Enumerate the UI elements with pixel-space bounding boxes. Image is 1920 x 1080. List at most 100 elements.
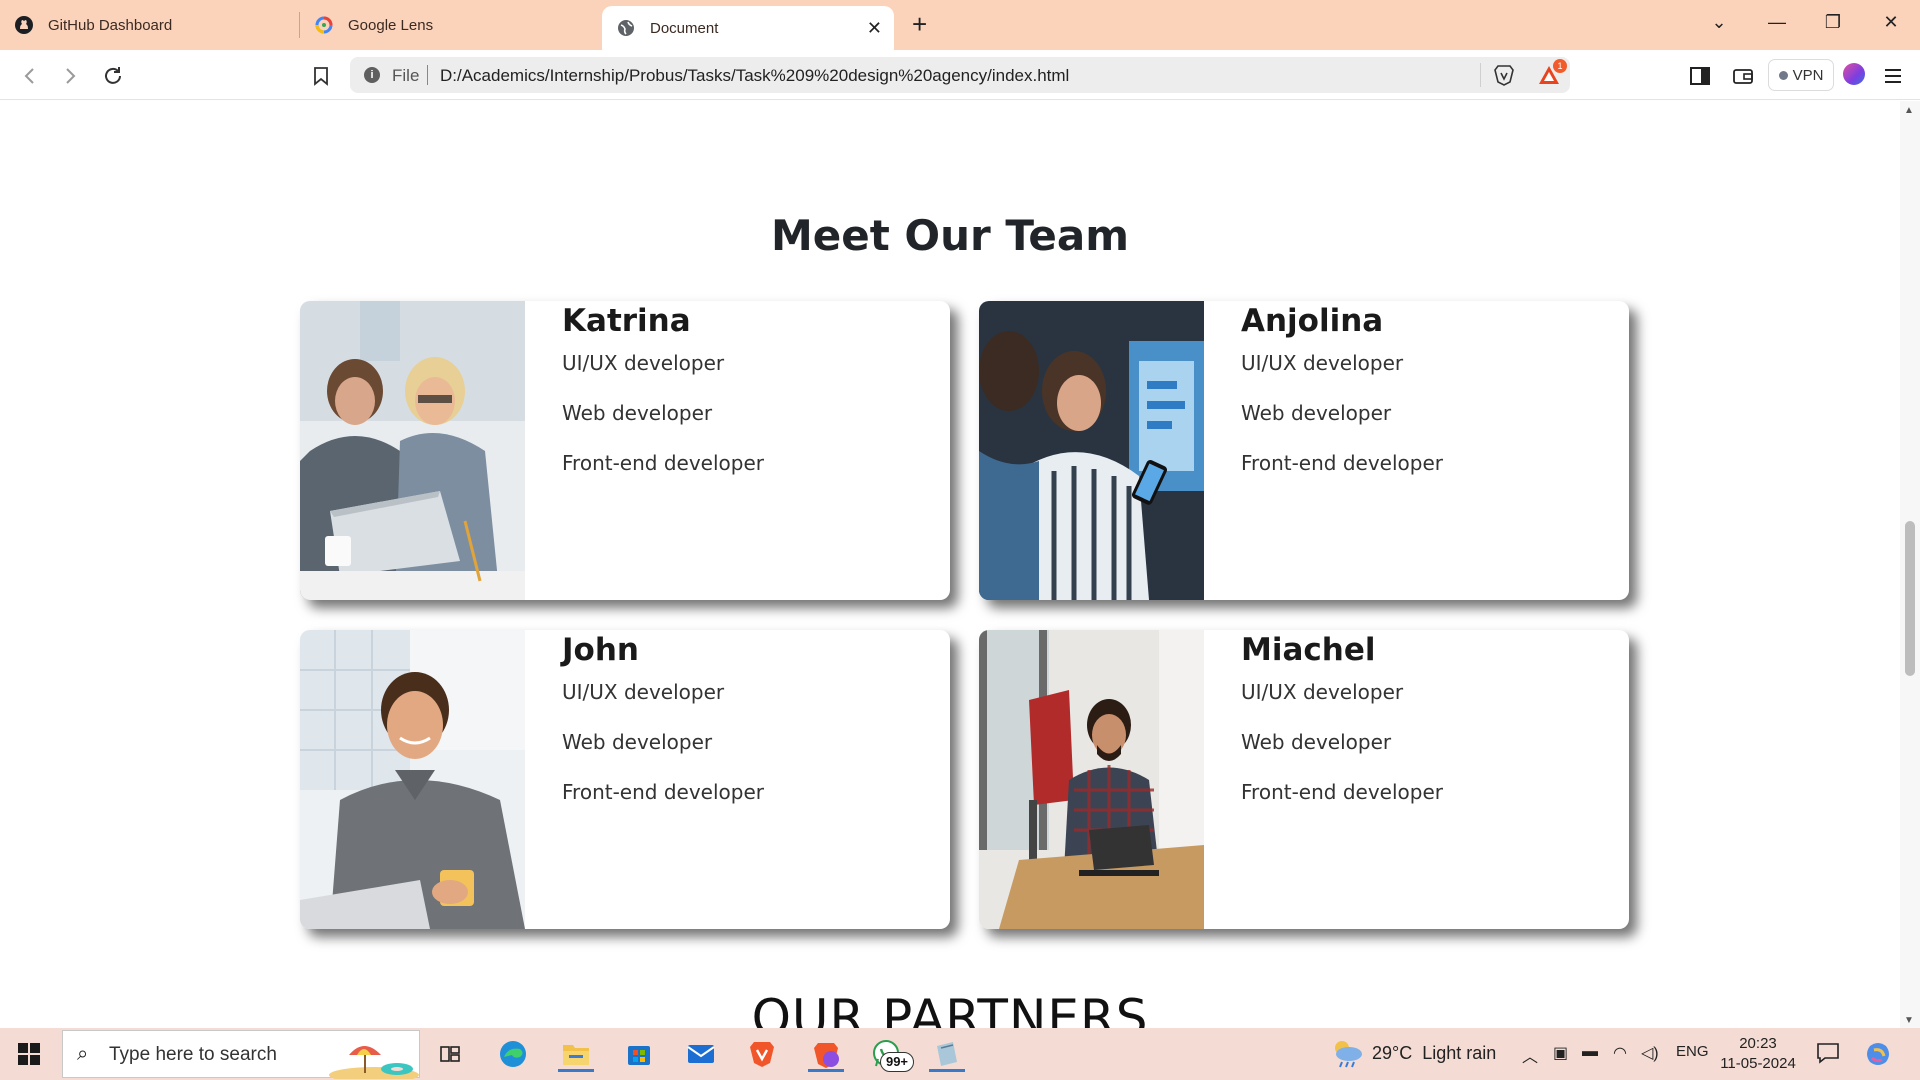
copilot-icon[interactable] <box>1864 1040 1892 1068</box>
vpn-button[interactable]: VPN <box>1768 59 1834 91</box>
active-app-indicator <box>558 1069 594 1072</box>
tab-label: Google Lens <box>348 16 434 34</box>
tab-label: Document <box>650 19 719 37</box>
show-hidden-icons-chevron[interactable]: ︿ <box>1522 1043 1538 1067</box>
url-scheme-label: File <box>392 66 420 85</box>
member-role: UI/UX developer <box>1241 680 1404 704</box>
member-role: UI/UX developer <box>562 680 725 704</box>
member-role: Web developer <box>1241 730 1392 754</box>
restore-button[interactable]: ❐ <box>1818 12 1848 33</box>
member-role: Web developer <box>1241 401 1392 425</box>
windows-start-icon[interactable] <box>18 1043 40 1065</box>
close-tab-icon[interactable]: ✕ <box>867 18 882 38</box>
taskbar-search-box[interactable]: ⌕ Type here to search <box>62 1030 420 1080</box>
input-language-indicator[interactable]: ENG <box>1676 1043 1709 1060</box>
address-bar[interactable]: i File D:/Academics/Internship/Probus/Ta… <box>350 57 1570 93</box>
back-button[interactable] <box>16 62 44 90</box>
minimize-button[interactable]: — <box>1762 12 1792 33</box>
clock-time: 20:23 <box>1739 1035 1777 1052</box>
vpn-label: VPN <box>1792 66 1824 84</box>
team-photo-john <box>300 630 525 929</box>
bookmark-icon <box>314 67 328 86</box>
tab-divider <box>299 12 300 38</box>
sidebar-toggle-icon[interactable] <box>1687 63 1713 89</box>
back-arrow-icon <box>24 68 34 84</box>
new-tab-button[interactable]: + <box>912 11 927 37</box>
page-viewport: Meet Our Team Katrina UI/UX developer We… <box>0 101 1900 1028</box>
github-icon <box>14 15 34 35</box>
browser-toolbar: i File D:/Academics/Internship/Probus/Ta… <box>0 50 1920 100</box>
team-card-john: John UI/UX developer Web developer Front… <box>300 630 950 929</box>
volume-icon[interactable]: ◁) <box>1641 1043 1659 1063</box>
taskbar-search-placeholder: Type here to search <box>109 1044 277 1065</box>
team-photo-anjolina <box>979 301 1204 600</box>
member-role: Web developer <box>562 730 713 754</box>
weather-temperature: 29°C <box>1372 1043 1413 1063</box>
page-scrollbar[interactable]: ▲ ▼ <box>1900 101 1920 1028</box>
member-name: Miachel <box>1241 632 1376 668</box>
microsoft-store-icon[interactable] <box>621 1036 657 1072</box>
weather-rain-icon[interactable] <box>1330 1038 1364 1068</box>
site-info-icon[interactable]: i <box>364 67 380 83</box>
menu-hamburger-icon[interactable] <box>1880 63 1906 89</box>
tab-search-chevron-icon[interactable]: ⌄ <box>1704 12 1734 33</box>
mail-icon[interactable] <box>683 1036 719 1072</box>
whatsapp-unread-badge: 99+ <box>880 1052 914 1072</box>
team-card-miachel: Miachel UI/UX developer Web developer Fr… <box>979 630 1629 929</box>
windows-taskbar: ⌕ Type here to search 99+ 29°C Light rai… <box>0 1028 1920 1080</box>
forward-arrow-icon <box>66 68 76 84</box>
notepad-app-icon[interactable] <box>929 1036 965 1072</box>
scrollbar-thumb[interactable] <box>1905 521 1915 676</box>
browser-tab-strip: GitHub Dashboard Google Lens Document ✕ … <box>0 0 1920 50</box>
member-name: Katrina <box>562 303 691 339</box>
url-end-divider <box>1480 63 1481 87</box>
system-clock[interactable]: 20:23 11-05-2024 <box>1716 1034 1800 1074</box>
wallet-icon[interactable] <box>1730 63 1756 89</box>
weather-condition: Light rain <box>1422 1043 1497 1063</box>
member-role: Front-end developer <box>1241 451 1443 475</box>
bookmark-button[interactable] <box>307 62 335 90</box>
brave-browser-icon[interactable] <box>744 1036 780 1072</box>
tab-document[interactable]: Document ✕ <box>602 6 894 50</box>
team-card-anjolina: Anjolina UI/UX developer Web developer F… <box>979 301 1629 600</box>
rewards-badge: 1 <box>1553 59 1567 73</box>
vpn-status-icon <box>1778 70 1788 80</box>
file-explorer-icon[interactable] <box>558 1036 594 1072</box>
tab-label: GitHub Dashboard <box>48 16 173 34</box>
member-role: UI/UX developer <box>562 351 725 375</box>
team-photo-miachel <box>979 630 1204 929</box>
reload-button[interactable] <box>99 62 127 90</box>
team-photo-katrina <box>300 301 525 600</box>
reload-icon <box>105 67 121 84</box>
active-app-indicator <box>929 1069 965 1072</box>
active-app-indicator <box>808 1069 844 1072</box>
meet-now-icon[interactable]: ▣ <box>1553 1043 1568 1063</box>
search-icon: ⌕ <box>77 1043 89 1065</box>
brave-shields-icon[interactable] <box>1492 63 1516 87</box>
edge-browser-icon[interactable] <box>495 1036 531 1072</box>
notification-center-icon[interactable] <box>1816 1042 1840 1064</box>
member-role: Web developer <box>562 401 713 425</box>
partners-section-heading: OUR PARTNERS <box>751 989 1149 1028</box>
battery-icon[interactable]: ▬ <box>1582 1043 1598 1061</box>
brave-profile-icon[interactable] <box>808 1036 844 1072</box>
forward-button[interactable] <box>56 62 84 90</box>
tab-github-dashboard[interactable]: GitHub Dashboard <box>14 0 294 50</box>
member-name: John <box>562 632 639 668</box>
google-lens-icon <box>314 15 334 35</box>
url-divider <box>427 65 428 85</box>
member-role: UI/UX developer <box>1241 351 1404 375</box>
team-section-heading: Meet Our Team <box>770 211 1130 260</box>
tab-google-lens[interactable]: Google Lens <box>314 0 594 50</box>
scroll-down-arrow-icon[interactable]: ▼ <box>1904 1015 1914 1026</box>
scroll-up-arrow-icon[interactable]: ▲ <box>1904 105 1914 116</box>
task-view-icon[interactable] <box>432 1036 468 1072</box>
url-text[interactable]: D:/Academics/Internship/Probus/Tasks/Tas… <box>440 66 1069 86</box>
close-window-button[interactable]: ✕ <box>1876 12 1906 33</box>
profile-avatar[interactable] <box>1843 63 1865 85</box>
weather-readout[interactable]: 29°C Light rain <box>1372 1043 1496 1064</box>
wifi-icon[interactable]: ◠ <box>1613 1043 1627 1063</box>
search-highlight-illustration <box>319 1035 419 1080</box>
clock-date: 11-05-2024 <box>1720 1055 1796 1072</box>
team-card-katrina: Katrina UI/UX developer Web developer Fr… <box>300 301 950 600</box>
